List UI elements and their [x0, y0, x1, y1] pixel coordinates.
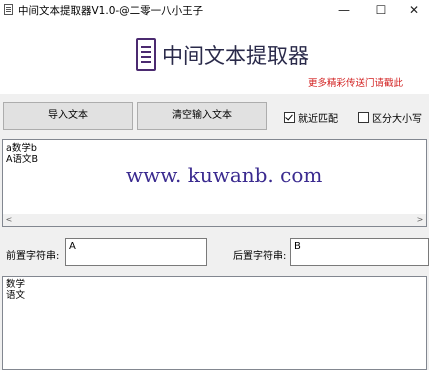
- close-button[interactable]: ✕: [397, 0, 429, 20]
- case-sensitive-label: 区分大小写: [372, 113, 422, 125]
- horizontal-scrollbar[interactable]: < >: [3, 214, 426, 226]
- checkbox-checked-icon[interactable]: [284, 111, 295, 123]
- import-text-button[interactable]: 导入文本: [3, 102, 133, 130]
- result-line: 数学: [6, 279, 26, 290]
- scroll-left-icon[interactable]: <: [3, 214, 15, 226]
- checkbox-unchecked-icon[interactable]: [358, 111, 369, 123]
- promo-link[interactable]: 更多精彩传送门请戳此: [308, 75, 403, 89]
- document-logo-icon: [136, 38, 156, 71]
- case-sensitive-checkbox[interactable]: 区分大小写: [358, 110, 422, 125]
- prefix-label: 前置字符串:: [6, 251, 60, 262]
- scroll-right-icon[interactable]: >: [414, 214, 426, 226]
- input-line: A语文B: [6, 154, 39, 165]
- result-line: 语文: [6, 290, 26, 301]
- nearest-match-label: 就近匹配: [298, 113, 338, 125]
- clear-input-button[interactable]: 清空输入文本: [137, 102, 267, 130]
- minimize-button[interactable]: —: [327, 0, 361, 20]
- maximize-button[interactable]: ☐: [364, 0, 398, 20]
- window-title: 中间文本提取器V1.0-@二零一八小王子: [18, 5, 204, 17]
- result-textarea[interactable]: 数学 语文: [2, 276, 427, 370]
- nearest-match-checkbox[interactable]: 就近匹配: [284, 110, 338, 125]
- app-name: 中间文本提取器: [162, 44, 309, 68]
- suffix-label: 后置字符串:: [233, 251, 287, 262]
- input-text[interactable]: a数学b A语文B: [6, 143, 38, 165]
- suffix-input[interactable]: B: [290, 238, 429, 266]
- watermark-text: www. kuwanb. com: [126, 163, 323, 187]
- title-bar: 中间文本提取器V1.0-@二零一八小王子 — ☐ ✕: [0, 0, 429, 20]
- prefix-input[interactable]: A: [65, 238, 207, 266]
- result-text[interactable]: 数学 语文: [6, 279, 25, 301]
- input-textarea[interactable]: a数学b A语文B www. kuwanb. com < >: [2, 139, 427, 227]
- input-line: a数学b: [6, 143, 37, 154]
- document-icon: [4, 4, 13, 15]
